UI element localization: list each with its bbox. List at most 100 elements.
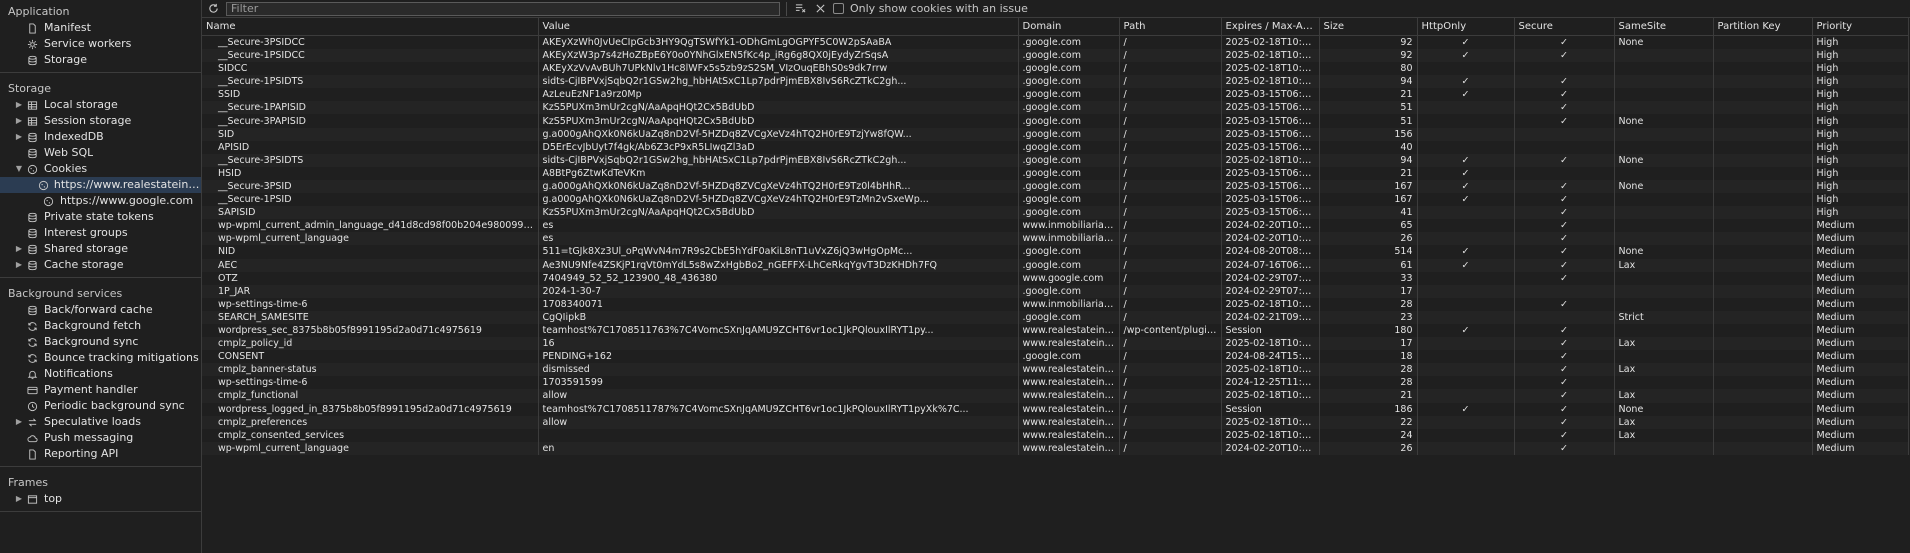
cell-name: wordpress_sec_8375b8b05f8991195d2a0d71c4…: [202, 323, 539, 338]
table-row[interactable]: SID g.a000gAhQXk0N6kUaZq8nD2Vf-5HZDq8ZVCg…: [202, 127, 1909, 141]
sidebar-item-cache-storage[interactable]: ▶ Cache storage: [0, 257, 201, 273]
sidebar-item-reporting-api[interactable]: Reporting API: [0, 446, 201, 462]
cell-expires: Session: [1221, 323, 1320, 338]
table-row[interactable]: wp-wpml_current_language es www.inmobiliar…: [202, 232, 1909, 246]
table-row[interactable]: SAPISID KzS5PUXm3mUr2cgN/AaApqHQt2Cx5BdUb…: [202, 206, 1909, 220]
sidebar-item-payment-handler[interactable]: Payment handler: [0, 382, 201, 398]
expand-triangle-icon[interactable]: ▶: [14, 97, 24, 113]
table-row[interactable]: __Secure-3PSID g.a000gAhQXk0N6kUaZq8nD2Vf…: [202, 179, 1909, 194]
section-title[interactable]: Frames: [0, 471, 201, 491]
table-row[interactable]: wordpress_sec_8375b8b05f8991195d2a0d71c4…: [202, 323, 1909, 338]
table-row[interactable]: wp-settings-time-6 1708340071 www.inmobili…: [202, 297, 1909, 311]
column-header-value[interactable]: Value: [538, 18, 1019, 36]
column-header-name[interactable]: Name: [202, 18, 539, 36]
cookies-view: Only show cookies with an issue NameValu…: [202, 0, 1910, 553]
sidebar-item-local-storage[interactable]: ▶ Local storage: [0, 97, 201, 113]
sidebar-item-top[interactable]: ▶ top: [0, 491, 201, 507]
cell-path: /: [1119, 62, 1222, 76]
sidebar-item-bounce-tracking-mitigations[interactable]: Bounce tracking mitigations: [0, 350, 201, 366]
section-title[interactable]: Storage: [0, 77, 201, 97]
table-row[interactable]: SEARCH_SAMESITE CgQIipkB .google.com/2024-…: [202, 310, 1909, 324]
table-row[interactable]: __Secure-1PSIDCC AKEyXzW3p7s4zHoZBpE6Y0o0…: [202, 49, 1909, 63]
expand-triangle-icon[interactable]: ▶: [14, 113, 24, 129]
expand-triangle-icon[interactable]: ▶: [14, 241, 24, 257]
table-row[interactable]: __Secure-3PSIDCC AKEyXzWh0JvUeCIpGcb3HY9Q…: [202, 35, 1909, 49]
expand-triangle-icon[interactable]: ▶: [14, 491, 24, 507]
table-row[interactable]: __Secure-1PSID g.a000gAhQXk0N6kUaZq8nD2Vf…: [202, 193, 1909, 207]
table-row[interactable]: SIDCC AKEyXzVvAvBUh7UPkNlv1Hc8lWFx5s5zb9z…: [202, 62, 1909, 76]
cell-samesite: [1614, 284, 1714, 298]
sidebar-item-speculative-loads[interactable]: ▶ Speculative loads: [0, 414, 201, 430]
cell-secure: [1514, 166, 1615, 180]
table-row[interactable]: __Secure-3PAPISID KzS5PUXm3mUr2cgN/AaApqH…: [202, 114, 1909, 128]
column-header-httponly[interactable]: HttpOnly: [1417, 18, 1515, 36]
table-row[interactable]: wp-wpml_current_admin_language_d41d8cd98…: [202, 219, 1909, 233]
column-header-secure[interactable]: Secure: [1514, 18, 1615, 36]
table-row[interactable]: NID 511=tGJk8Xz3Ul_oPqWvN4m7R9s2CbE5hYdF0…: [202, 245, 1909, 259]
expand-triangle-icon[interactable]: ▶: [14, 257, 24, 273]
table-row[interactable]: __Secure-1PSIDTS sidts-CjIBPVxjSqbQ2r1GSw…: [202, 75, 1909, 89]
sidebar-item-manifest[interactable]: Manifest: [0, 20, 201, 36]
clear-filtered-icon[interactable]: [793, 2, 807, 16]
column-header-priority[interactable]: Priority: [1812, 18, 1909, 36]
expand-triangle-icon[interactable]: ▶: [14, 414, 24, 430]
column-header-size[interactable]: Size: [1319, 18, 1418, 36]
cell-secure: ✓: [1514, 88, 1615, 102]
cell-expires: 2025-02-18T10:55:...: [1221, 62, 1320, 76]
sidebar-item-back-forward-cache[interactable]: Back/forward cache: [0, 302, 201, 318]
section-title[interactable]: Background services: [0, 282, 201, 302]
sidebar-item-shared-storage[interactable]: ▶ Shared storage: [0, 241, 201, 257]
column-header-partition-key[interactable]: Partition Key: [1713, 18, 1813, 36]
column-header-domain[interactable]: Domain: [1018, 18, 1120, 36]
filter-input[interactable]: [226, 1, 780, 16]
table-row[interactable]: wp-settings-time-6 1703591599 www.realesta…: [202, 376, 1909, 390]
sidebar-item-storage[interactable]: Storage: [0, 52, 201, 68]
clear-icon[interactable]: [813, 2, 827, 16]
table-row[interactable]: 1P_JAR 2024-1-30-7 .google.com/2024-02-29T…: [202, 284, 1909, 298]
sidebar-item-private-state-tokens[interactable]: Private state tokens: [0, 209, 201, 225]
table-row[interactable]: __Secure-1PAPISID KzS5PUXm3mUr2cgN/AaApqH…: [202, 101, 1909, 115]
sidebar-item-www-realestateindenia-com[interactable]: https://www.realestateindenia.com: [0, 177, 201, 193]
table-row[interactable]: cmplz_banner-status dismissed www.realesta…: [202, 363, 1909, 377]
table-row[interactable]: CONSENT PENDING+162 .google.com/2024-08-24…: [202, 350, 1909, 364]
table-row[interactable]: wp-wpml_current_language en www.realestate…: [202, 441, 1909, 455]
sidebar-item-background-sync[interactable]: Background sync: [0, 334, 201, 350]
sidebar-item-web-sql[interactable]: Web SQL: [0, 145, 201, 161]
sidebar-item-service-workers[interactable]: Service workers: [0, 36, 201, 52]
sidebar-item-www-google-com[interactable]: https://www.google.com: [0, 193, 201, 209]
table-row[interactable]: cmplz_consented_services www.realestatein…: [202, 428, 1909, 442]
table-row[interactable]: SSID AzLeuEzNF1a9rz0Mp .google.com/2025-03…: [202, 88, 1909, 102]
cell-value: KzS5PUXm3mUr2cgN/AaApqHQt2Cx5BdUbD: [538, 206, 1019, 220]
column-header-expires-max-age[interactable]: Expires / Max-Age: [1221, 18, 1320, 36]
table-row[interactable]: cmplz_functional allow www.realestateinde.…: [202, 389, 1909, 403]
sidebar-item-periodic-background-sync[interactable]: Periodic background sync: [0, 398, 201, 414]
refresh-icon[interactable]: [206, 2, 220, 16]
table-row[interactable]: AEC Ae3NU9Nfe4ZSKjP1rqVt0mYdL5s8wZxHgbBo2…: [202, 258, 1909, 272]
column-header-samesite[interactable]: SameSite: [1614, 18, 1714, 36]
section-title[interactable]: Application: [0, 0, 201, 20]
table-row[interactable]: cmplz_policy_id 16 www.realestateinde.../2…: [202, 337, 1909, 351]
only-issues-checkbox[interactable]: [833, 3, 844, 14]
cell-domain: www.realestateinde...: [1018, 428, 1120, 442]
expand-triangle-icon[interactable]: ▶: [14, 129, 24, 145]
table-row[interactable]: OTZ 7404949_52_52_123900_48_436380 www.goo…: [202, 271, 1909, 285]
sidebar-item-cookies[interactable]: ▼ Cookies: [0, 161, 201, 177]
sidebar-item-interest-groups[interactable]: Interest groups: [0, 225, 201, 241]
table-row[interactable]: APISID D5ErEcvJbUyt7f4gk/Ab6Z3cP9xR5LIwqZ…: [202, 140, 1909, 154]
cell-expires: 2025-03-15T06:34:...: [1221, 114, 1320, 128]
sidebar-item-indexeddb[interactable]: ▶ IndexedDB: [0, 129, 201, 145]
table-row[interactable]: wordpress_logged_in_8375b8b05f8991195d2a…: [202, 402, 1909, 416]
sidebar-item-session-storage[interactable]: ▶ Session storage: [0, 113, 201, 129]
file-icon: [24, 22, 40, 34]
cell-partition-key: [1713, 35, 1813, 49]
collapse-triangle-icon[interactable]: ▼: [14, 161, 24, 177]
sidebar-item-push-messaging[interactable]: Push messaging: [0, 430, 201, 446]
table-row[interactable]: cmplz_preferences allow www.realestateinde…: [202, 415, 1909, 429]
cell-samesite: [1614, 49, 1714, 63]
table-row[interactable]: HSID A8BtPg6ZtwKdTeVKm .google.com/2025-03…: [202, 166, 1909, 180]
sidebar-item-notifications[interactable]: Notifications: [0, 366, 201, 382]
table-row[interactable]: __Secure-3PSIDTS sidts-CjIBPVxjSqbQ2r1GSw…: [202, 153, 1909, 167]
cell-value: 1708340071: [538, 297, 1019, 311]
sidebar-item-background-fetch[interactable]: Background fetch: [0, 318, 201, 334]
column-header-path[interactable]: Path: [1119, 18, 1222, 36]
